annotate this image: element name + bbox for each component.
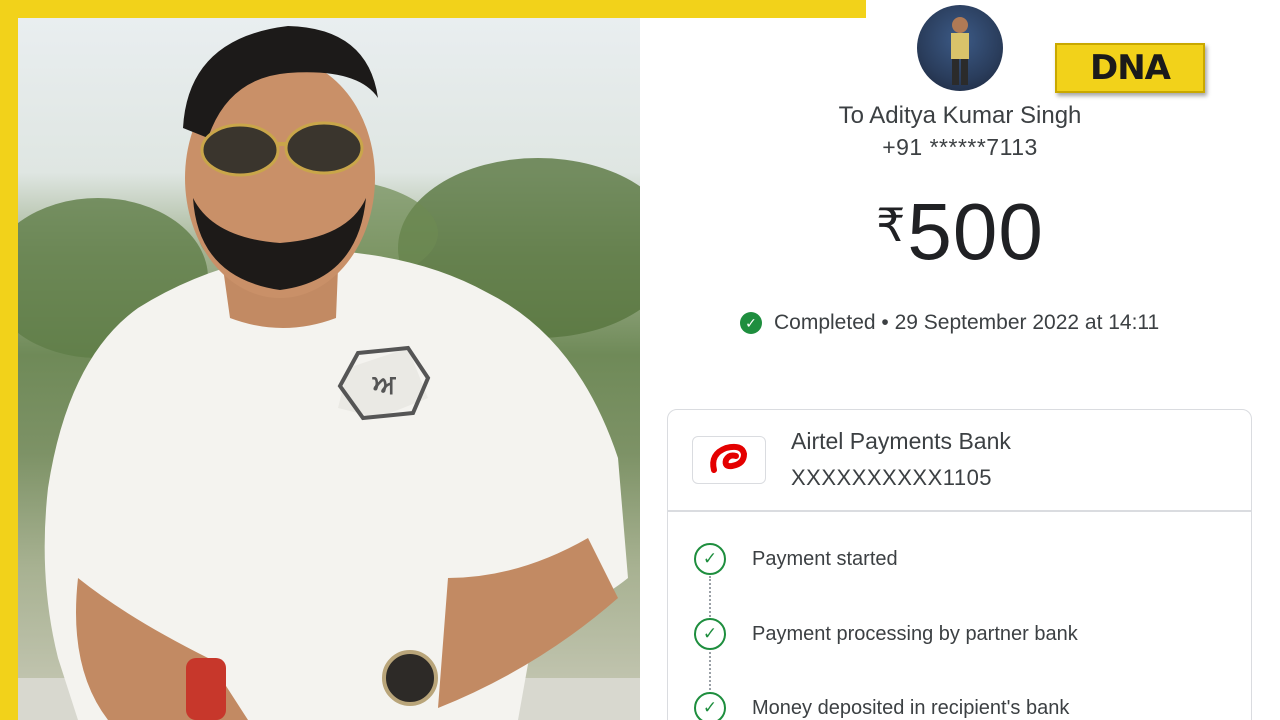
step-label: Payment processing by partner bank [752,622,1078,645]
step-payment-started: ✓ Payment started [694,543,898,575]
bank-name: Airtel Payments Bank [791,428,1011,454]
avatar-person-icon [951,17,969,85]
dna-logo-text: DNA [1090,48,1171,88]
step-connector [709,652,711,694]
status-separator: • [875,311,895,334]
recipient-avatar [917,5,1003,91]
bank-details-card: Airtel Payments Bank XXXXXXXXXX1105 ✓ Pa… [667,409,1252,720]
amount-value: 500 [907,187,1044,276]
dna-logo: DNA [1055,43,1205,93]
person-illustration: ਅ [18,26,640,720]
status-text: Completed [774,311,876,334]
airtel-swirl-icon [710,443,748,473]
check-circle-icon: ✓ [694,692,726,720]
currency-symbol: ₹ [876,199,906,251]
airtel-logo-icon [692,436,766,484]
card-divider [668,510,1251,512]
step-connector [709,576,711,620]
check-circle-icon: ✓ [694,618,726,650]
person-photo: ਅ [18,18,640,720]
step-label: Money deposited in recipient's bank [752,696,1070,719]
transaction-status: ✓ Completed • 29 September 2022 at 14:11 [740,309,1159,337]
yellow-frame-top [0,0,866,18]
step-money-deposited: ✓ Money deposited in recipient's bank [694,692,1069,720]
recipient-phone: +91 ******7113 [882,134,1038,160]
status-timestamp: 29 September 2022 at 14:11 [894,311,1160,334]
step-payment-processing: ✓ Payment processing by partner bank [694,618,1078,650]
recipient-name: To Aditya Kumar Singh [838,102,1082,129]
check-circle-icon: ✓ [694,543,726,575]
bank-account-number: XXXXXXXXXX1105 [791,465,993,490]
payment-amount: ₹500 [760,186,1160,278]
check-circle-icon: ✓ [740,312,762,334]
step-label: Payment started [752,547,898,570]
svg-text:ਅ: ਅ [372,370,397,400]
